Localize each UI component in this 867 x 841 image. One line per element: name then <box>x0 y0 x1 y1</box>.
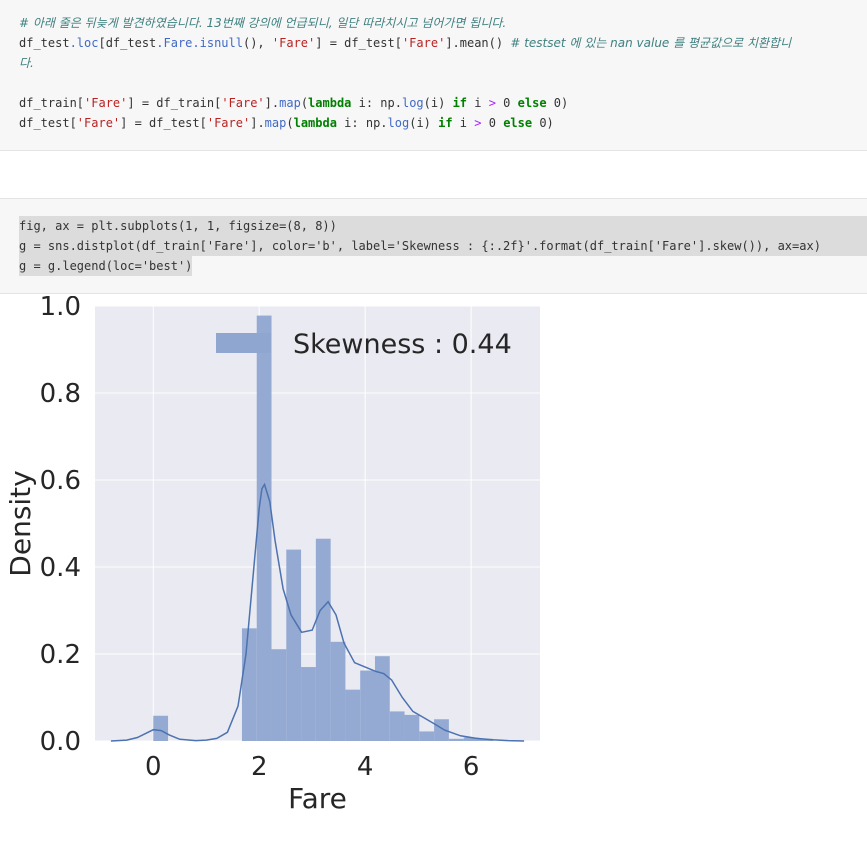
y-tick-label: 0.2 <box>40 640 81 670</box>
histogram-bar <box>286 549 302 741</box>
x-axis-label: Fare <box>288 782 347 815</box>
y-tick-label: 0.0 <box>40 727 81 757</box>
histogram-bar <box>315 538 331 741</box>
x-tick-label: 2 <box>251 752 268 782</box>
x-tick-label: 0 <box>145 752 162 782</box>
histogram-bar <box>241 628 257 741</box>
histogram-bar <box>389 711 405 741</box>
code-line-train-log: df_train['Fare'] = df_train['Fare'].map(… <box>19 96 569 110</box>
histogram-bar <box>256 315 272 741</box>
code-line-subplots: fig, ax = plt.subplots(1, 1, figsize=(8,… <box>19 216 867 236</box>
histogram-bar <box>419 731 435 741</box>
histogram-bar <box>360 670 375 741</box>
y-axis-label: Density <box>4 470 37 576</box>
x-tick-labels: 0 2 4 6 <box>145 752 479 782</box>
histogram-bar <box>448 738 464 741</box>
legend-swatch <box>216 333 271 353</box>
histogram-bar <box>301 667 316 741</box>
y-tick-labels: 0.0 0.2 0.4 0.6 0.8 1.0 <box>40 292 81 757</box>
y-tick-label: 0.6 <box>40 466 81 496</box>
x-tick-label: 6 <box>463 752 480 782</box>
cell-output: 0.0 0.2 0.4 0.6 0.8 1.0 0 2 4 6 Fare Density Ske… <box>0 292 867 837</box>
histogram-bar <box>404 714 420 741</box>
code-cell-2[interactable]: fig, ax = plt.subplots(1, 1, figsize=(8,… <box>0 198 867 294</box>
y-tick-label: 0.8 <box>40 379 81 409</box>
code-line-distplot: g = sns.distplot(df_train['Fare'], color… <box>19 236 867 256</box>
code-line-test-log: df_test['Fare'] = df_test['Fare'].map(la… <box>19 116 554 130</box>
comment-wrap: 다. <box>19 56 34 70</box>
histogram-bar <box>374 656 390 741</box>
histogram-bar <box>153 715 169 741</box>
histogram-bar <box>330 641 346 741</box>
y-tick-label: 0.4 <box>40 553 81 583</box>
code-line-legend: g = g.legend(loc='best') <box>19 256 193 276</box>
legend-label: Skewness : 0.44 <box>293 329 512 360</box>
histogram-bar <box>271 649 287 741</box>
code-line-fillna: df_test.loc[df_test.Fare.isnull(), 'Fare… <box>19 36 792 50</box>
y-tick-label: 1.0 <box>40 296 81 322</box>
distplot-chart: 0.0 0.2 0.4 0.6 0.8 1.0 0 2 4 6 Fare Density Ske… <box>4 292 540 815</box>
comment-line: # 아래 줄은 뒤늦게 발견하였습니다. 13번째 강의에 언급되니, 일단 따… <box>19 16 507 30</box>
histogram-bar <box>345 689 361 741</box>
code-cell-1[interactable]: # 아래 줄은 뒤늦게 발견하였습니다. 13번째 강의에 언급되니, 일단 따… <box>0 0 867 151</box>
x-tick-label: 4 <box>357 752 374 782</box>
